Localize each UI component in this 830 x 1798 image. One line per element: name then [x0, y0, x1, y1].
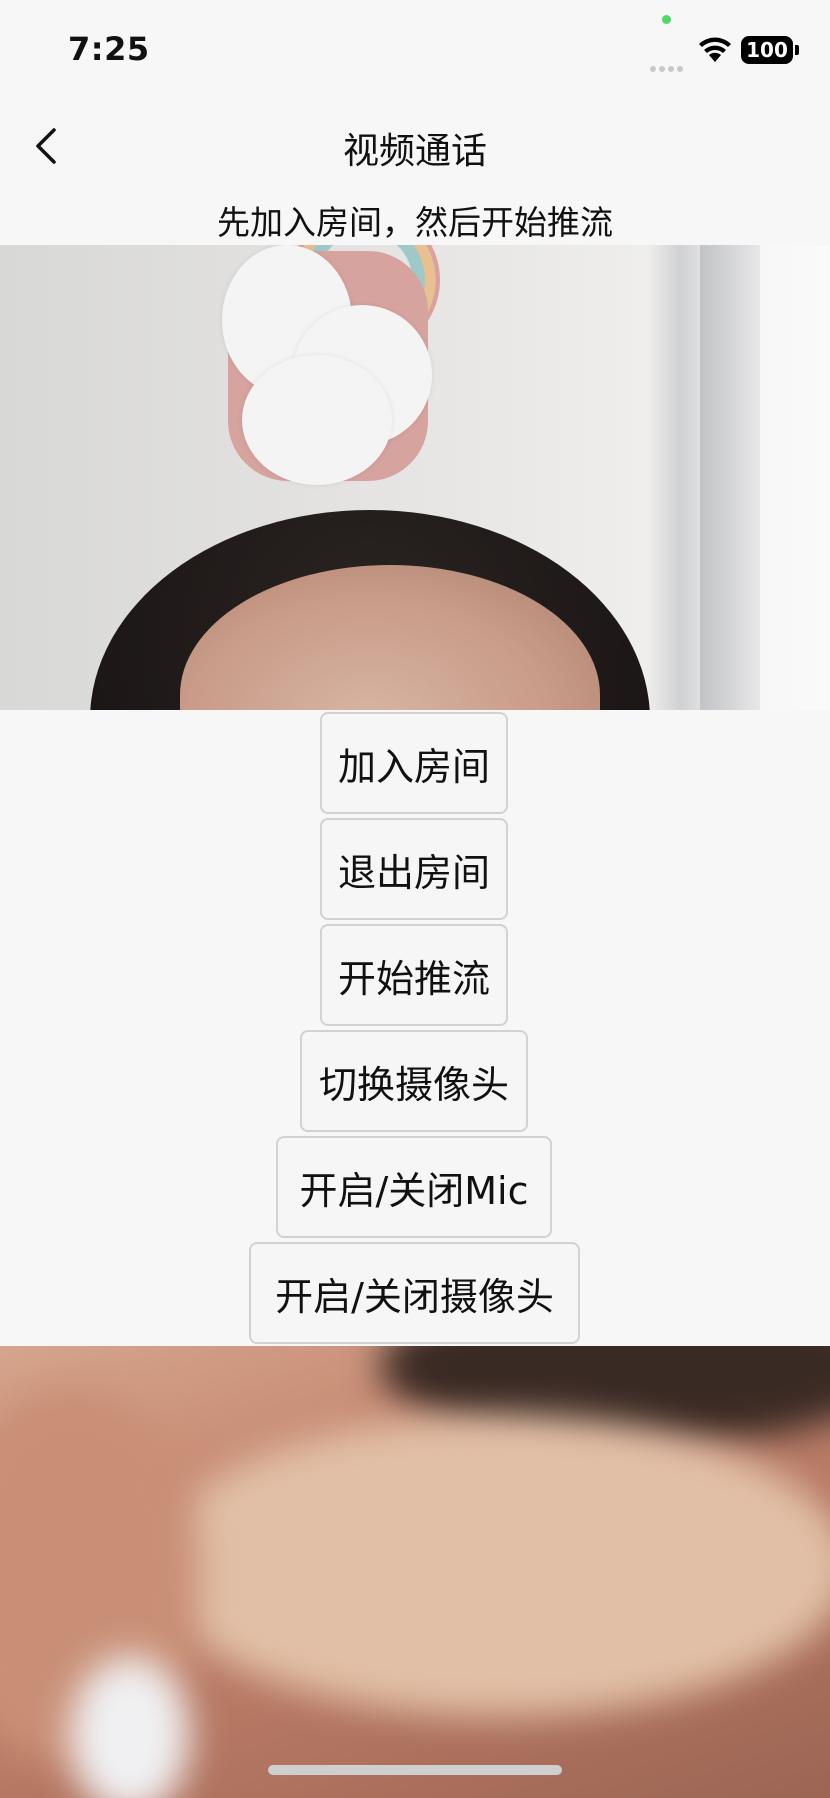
join-room-button[interactable]: 加入房间 [320, 712, 508, 814]
video-cloud-decor [222, 245, 432, 495]
navigation-bar: 视频通话 [0, 100, 830, 190]
mic-in-use-indicator [662, 15, 671, 24]
status-bar: 7:25 100 [0, 0, 830, 100]
battery-tip [795, 45, 799, 55]
battery-icon: 100 [741, 36, 793, 64]
remote-video-view [0, 1346, 830, 1798]
home-indicator[interactable] [268, 1765, 562, 1775]
leave-room-button[interactable]: 退出房间 [320, 818, 508, 920]
start-push-button[interactable]: 开始推流 [320, 924, 508, 1026]
cellular-signal-icon [650, 57, 688, 72]
video-wall-edge [700, 245, 760, 710]
switch-camera-button[interactable]: 切换摄像头 [300, 1030, 528, 1132]
video-hand-region [150, 1416, 830, 1716]
instruction-text: 先加入房间，然后开始推流 [217, 203, 613, 242]
toggle-mic-button[interactable]: 开启/关闭Mic [276, 1136, 552, 1238]
status-time: 7:25 [68, 30, 150, 68]
wifi-icon [697, 36, 733, 64]
local-video-preview [0, 245, 830, 710]
toggle-camera-button[interactable]: 开启/关闭摄像头 [249, 1242, 580, 1344]
page-title: 视频通话 [342, 131, 487, 172]
